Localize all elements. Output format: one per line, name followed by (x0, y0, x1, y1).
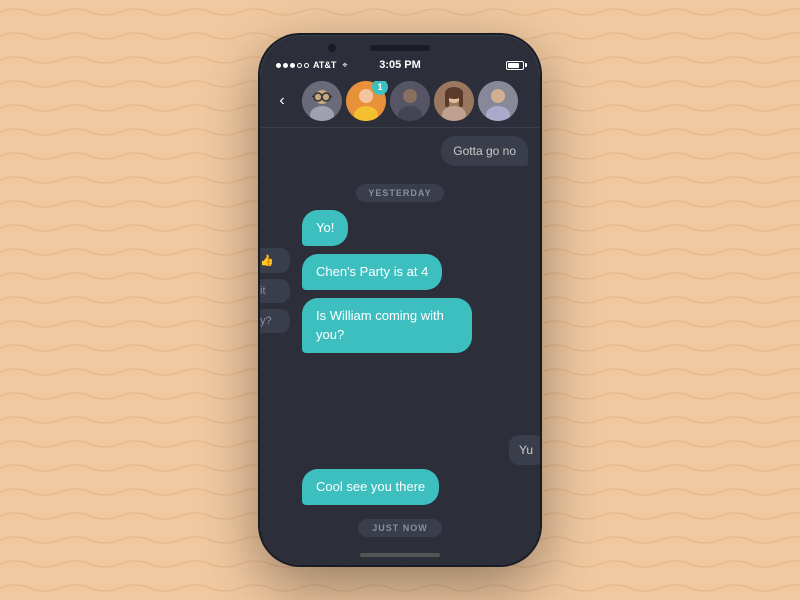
chat-header: ‹ (260, 75, 540, 128)
message-bubble-1: Yo! (302, 210, 348, 246)
partial-msg-left-3: y? (260, 309, 290, 333)
status-right (506, 61, 524, 70)
phone-bottom (260, 545, 540, 565)
wifi-icon: ⌖ (342, 60, 347, 71)
bubble-text-last: Cool see you there (302, 469, 439, 505)
timestamp-area: JUST NOW (272, 519, 528, 537)
avatar-badge-2: 1 (372, 81, 388, 95)
date-label: YESTERDAY (356, 184, 443, 202)
phone-top-bar (260, 35, 540, 55)
status-time: 3:05 PM (379, 59, 421, 71)
front-camera (328, 44, 336, 52)
bubble-text-1: Yo! (302, 210, 348, 246)
partial-msg-right-mid: Yu (509, 435, 540, 465)
signal-dot-1 (276, 63, 281, 68)
bubble-text-3: Is William coming with you? (302, 298, 472, 352)
partial-msg-left-1: 👍 (260, 248, 290, 273)
signal-dot-4 (297, 63, 302, 68)
avatar-4 (434, 81, 474, 121)
partial-left-messages: 👍 it y? (260, 248, 290, 333)
message-bubble-last: Cool see you there (272, 469, 439, 505)
avatar-wrap-5[interactable] (478, 81, 518, 121)
message-bubble-2: Chen's Party is at 4 (302, 254, 442, 290)
home-indicator[interactable] (360, 553, 440, 557)
timestamp-label: JUST NOW (358, 519, 442, 537)
back-button[interactable]: ‹ (268, 87, 296, 115)
avatar-strip: 1 (302, 81, 532, 121)
partial-right-text: Yu (509, 435, 540, 465)
avatar-1 (302, 81, 342, 121)
avatar-3 (390, 81, 430, 121)
carrier-label: AT&T (313, 60, 336, 70)
signal-dot-3 (290, 63, 295, 68)
signal-dots (276, 63, 309, 68)
partial-msg-left-2: it (260, 279, 290, 303)
messages-area: Gotta go no YESTERDAY 👍 it y? Yu Yo! Che… (260, 128, 540, 545)
avatar-wrap-2[interactable]: 1 (346, 81, 386, 121)
signal-dot-5 (304, 63, 309, 68)
message-bubble-3: Is William coming with you? (302, 298, 472, 352)
bubble-text-2: Chen's Party is at 4 (302, 254, 442, 290)
avatar-5 (478, 81, 518, 121)
date-divider: YESTERDAY (272, 184, 528, 202)
signal-dot-2 (283, 63, 288, 68)
speaker-grille (370, 45, 430, 51)
status-left: AT&T ⌖ (276, 60, 347, 71)
avatar-wrap-4[interactable] (434, 81, 474, 121)
partial-message-top: Gotta go no (441, 136, 528, 166)
battery-fill (508, 63, 519, 68)
avatar-wrap-3[interactable] (390, 81, 430, 121)
phone-shell: AT&T ⌖ 3:05 PM ‹ (260, 35, 540, 565)
battery-icon (506, 61, 524, 70)
status-bar: AT&T ⌖ 3:05 PM (260, 55, 540, 75)
avatar-wrap-1[interactable] (302, 81, 342, 121)
